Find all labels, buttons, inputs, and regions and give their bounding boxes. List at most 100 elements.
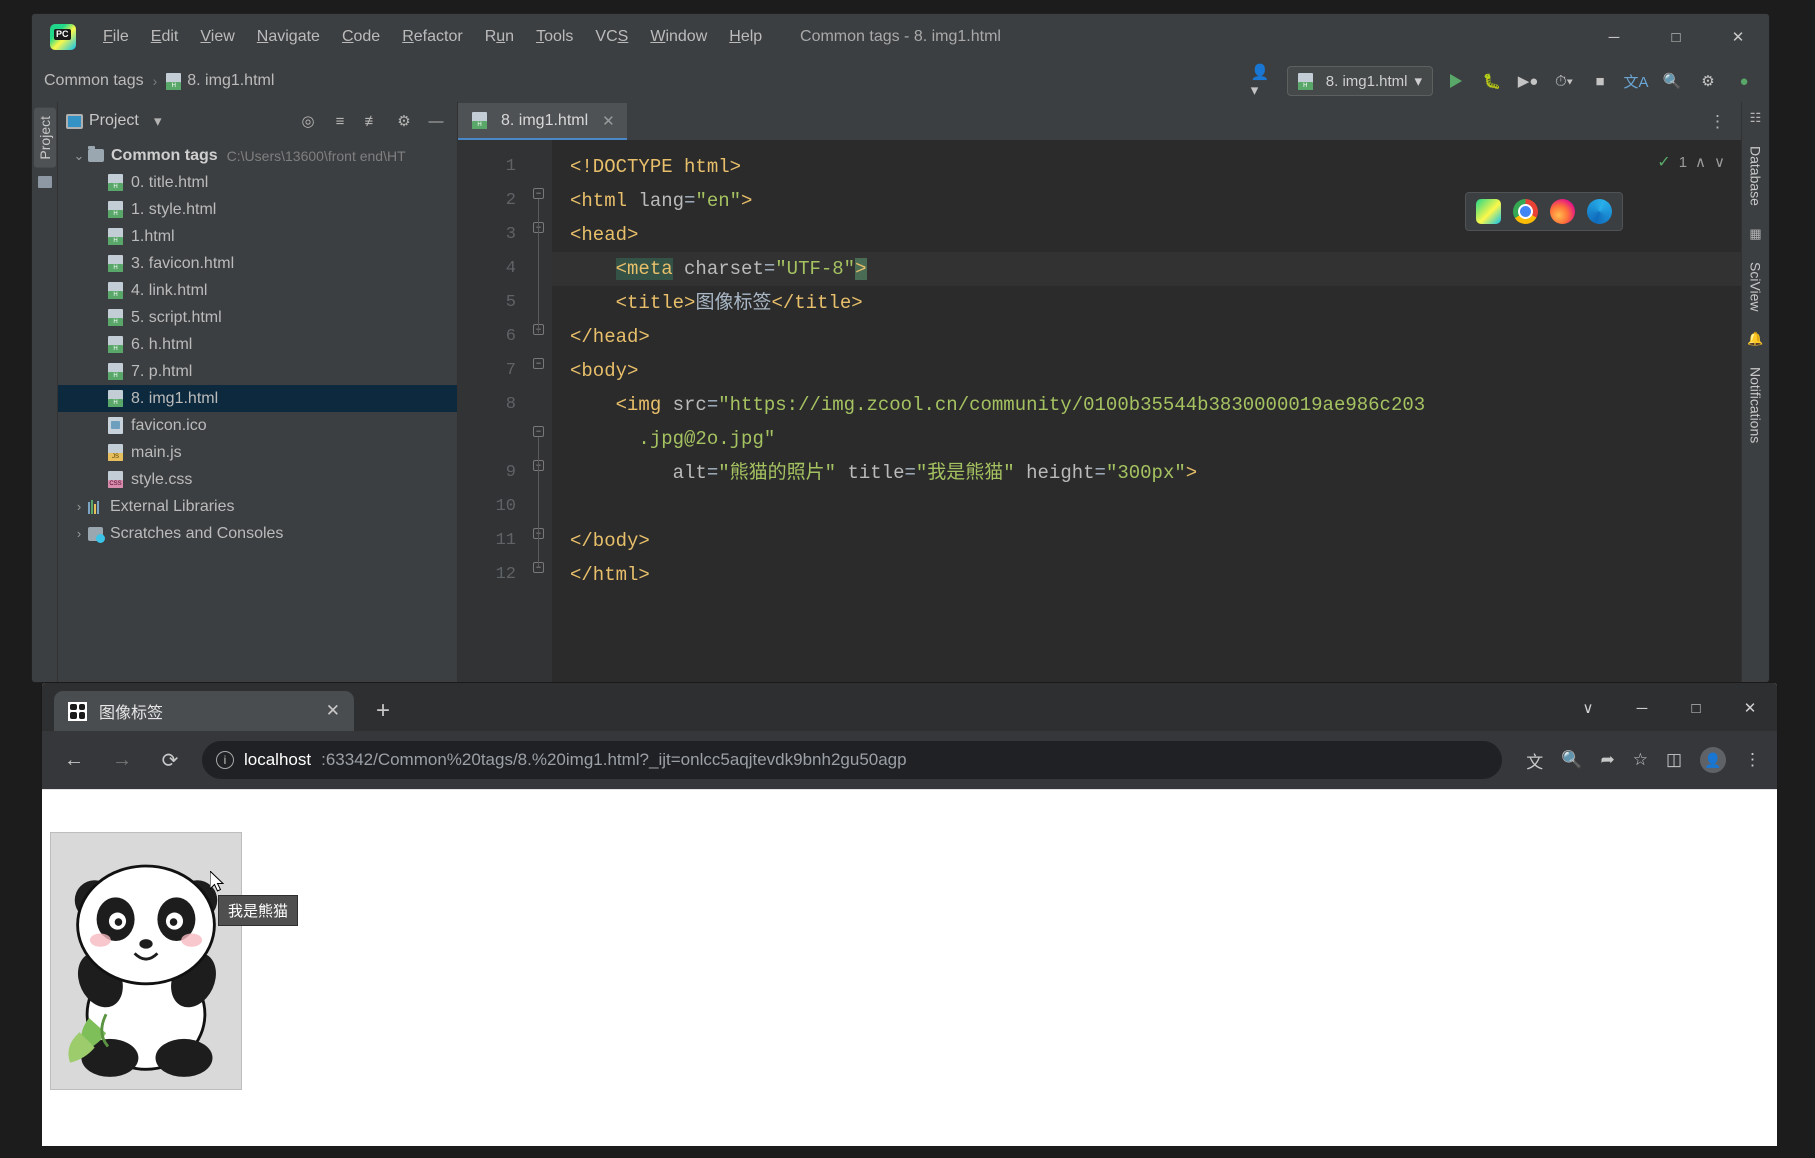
hide-icon[interactable]: — <box>423 108 449 134</box>
code-line[interactable]: <img src="https://img.zcool.cn/community… <box>552 388 1741 422</box>
tool-window-tab-notifications[interactable]: Notifications <box>1746 361 1766 449</box>
search-everywhere-button[interactable]: 🔍 <box>1659 68 1685 94</box>
code-line[interactable]: .jpg@2o.jpg" <box>552 422 1741 456</box>
chevron-right-icon[interactable]: › <box>70 526 88 541</box>
inspection-next-icon[interactable]: ∨ <box>1714 153 1725 171</box>
inspection-prev-icon[interactable]: ∧ <box>1695 153 1706 171</box>
zoom-icon[interactable]: 🔍 <box>1561 750 1582 770</box>
new-tab-button[interactable]: + <box>376 697 390 725</box>
collapse-all-icon[interactable]: ≢ <box>359 108 385 134</box>
tree-item[interactable]: › External Libraries <box>58 493 457 520</box>
reload-button[interactable]: ⟳ <box>154 744 186 776</box>
edge-icon[interactable] <box>1587 199 1612 224</box>
translate-icon[interactable]: 文 <box>1526 748 1543 773</box>
locate-icon[interactable]: ◎ <box>295 108 321 134</box>
chrome-icon[interactable] <box>1513 199 1538 224</box>
forward-button[interactable]: → <box>106 744 138 776</box>
side-panel-icon[interactable]: ◫ <box>1666 750 1682 770</box>
ide-minimize-button[interactable]: ─ <box>1583 14 1645 60</box>
code-line[interactable]: <body> <box>552 354 1741 388</box>
site-info-icon[interactable]: i <box>216 751 234 769</box>
profile-avatar-icon[interactable]: 👤 <box>1700 747 1726 773</box>
breadcrumb-file[interactable]: 8. img1.html <box>187 72 274 90</box>
code-line[interactable]: <!DOCTYPE html> <box>552 150 1741 184</box>
tree-item[interactable]: H 1. style.html <box>58 196 457 223</box>
inspection-widget[interactable]: ✓ 1 ∧ ∨ <box>1657 152 1725 172</box>
translate-button[interactable]: 文A <box>1623 68 1649 94</box>
sciview-icon[interactable]: ▦ <box>1748 226 1764 242</box>
chevron-down-icon[interactable]: ⌄ <box>70 148 88 164</box>
editor-tab-close-icon[interactable]: ✕ <box>602 112 615 130</box>
browser-tab-close-icon[interactable]: ✕ <box>326 701 340 721</box>
chrome-menu-icon[interactable]: ⋮ <box>1744 750 1761 770</box>
tree-item[interactable]: H 1.html <box>58 223 457 250</box>
user-account-button[interactable]: 👤▾ <box>1251 64 1277 99</box>
menu-code[interactable]: Code <box>331 24 391 50</box>
database-icon[interactable]: ☷ <box>1748 110 1764 126</box>
expand-all-icon[interactable]: ≡ <box>327 108 353 134</box>
back-button[interactable]: ← <box>58 744 90 776</box>
code-area[interactable]: 123456789101112 − − − − − − − − < <box>458 140 1741 682</box>
settings-button[interactable]: ⚙ <box>1695 68 1721 94</box>
open-in-browser-popup[interactable] <box>1465 192 1623 231</box>
share-icon[interactable]: ➦ <box>1600 750 1614 770</box>
tree-item[interactable]: favicon.ico <box>58 412 457 439</box>
code-folding-column[interactable]: − − − − − − − − <box>526 140 552 682</box>
tree-item[interactable]: JS main.js <box>58 439 457 466</box>
tree-item[interactable]: › Scratches and Consoles <box>58 520 457 547</box>
notifications-bell-icon[interactable]: 🔔 <box>1747 331 1763 347</box>
tree-item[interactable]: H 8. img1.html <box>58 385 457 412</box>
menu-tools[interactable]: Tools <box>525 24 584 50</box>
tree-item[interactable]: H 3. favicon.html <box>58 250 457 277</box>
ide-maximize-button[interactable]: □ <box>1645 14 1707 60</box>
menu-view[interactable]: View <box>189 24 245 50</box>
project-file-tree[interactable]: ⌄ Common tags C:\Users\13600\front end\HT H… <box>58 140 457 682</box>
chevron-down-icon[interactable]: ▾ <box>145 108 171 134</box>
settings-icon[interactable]: ⚙ <box>391 108 417 134</box>
breadcrumb[interactable]: Common tags › H 8. img1.html <box>44 72 274 90</box>
stop-button[interactable]: ■ <box>1587 68 1613 94</box>
menu-edit[interactable]: Edit <box>140 24 190 50</box>
run-button[interactable] <box>1443 68 1469 94</box>
debug-button[interactable]: 🐛 <box>1479 68 1505 94</box>
tree-item[interactable]: H 7. p.html <box>58 358 457 385</box>
tab-search-chevron-icon[interactable]: ∨ <box>1561 685 1615 731</box>
code-line[interactable] <box>552 490 1741 524</box>
updates-button[interactable]: ● <box>1731 68 1757 94</box>
run-configuration-selector[interactable]: H 8. img1.html ▾ <box>1286 66 1433 96</box>
menu-help[interactable]: Help <box>718 24 773 50</box>
menu-navigate[interactable]: Navigate <box>246 24 331 50</box>
code-line[interactable]: </head> <box>552 320 1741 354</box>
code-line[interactable]: <title>图像标签</title> <box>552 286 1741 320</box>
menu-file[interactable]: File <box>92 24 140 50</box>
bookmark-star-icon[interactable]: ☆ <box>1633 750 1648 770</box>
tree-item[interactable]: CSS style.css <box>58 466 457 493</box>
menu-window[interactable]: Window <box>639 24 718 50</box>
tree-item[interactable]: H 0. title.html <box>58 169 457 196</box>
pycharm-icon[interactable] <box>1476 199 1501 224</box>
browser-maximize-button[interactable]: □ <box>1669 685 1723 731</box>
code-line[interactable]: alt="熊猫的照片" title="我是熊猫" height="300px"> <box>552 456 1741 490</box>
tool-window-tab-sciview[interactable]: SciView <box>1746 256 1766 318</box>
tool-window-tab-project[interactable]: Project <box>33 108 56 168</box>
profile-button[interactable]: ⏱▾ <box>1551 68 1577 94</box>
browser-close-button[interactable]: ✕ <box>1723 685 1777 731</box>
run-with-coverage-button[interactable]: ▶● <box>1515 68 1541 94</box>
address-bar[interactable]: i localhost:63342/Common%20tags/8.%20img… <box>202 741 1503 779</box>
main-menubar[interactable]: File Edit View Navigate Code Refactor Run Tools… <box>92 24 773 50</box>
chevron-right-icon[interactable]: › <box>70 499 88 514</box>
tree-item[interactable]: H 5. script.html <box>58 304 457 331</box>
code-line[interactable]: <meta charset="UTF-8"> <box>552 252 1741 286</box>
code-line[interactable]: </body> <box>552 524 1741 558</box>
tool-window-tab-database[interactable]: Database <box>1746 140 1766 212</box>
editor-tab-img1[interactable]: H 8. img1.html ✕ <box>458 103 627 140</box>
structure-icon[interactable] <box>37 175 52 188</box>
browser-minimize-button[interactable]: ─ <box>1615 685 1669 731</box>
browser-tab[interactable]: 图像标签 ✕ <box>54 691 354 731</box>
menu-vcs[interactable]: VCS <box>584 24 639 50</box>
firefox-icon[interactable] <box>1550 199 1575 224</box>
menu-refactor[interactable]: Refactor <box>391 24 473 50</box>
breadcrumb-project[interactable]: Common tags <box>44 72 144 90</box>
ide-close-button[interactable]: ✕ <box>1707 14 1769 60</box>
code-line[interactable]: </html> <box>552 558 1741 592</box>
